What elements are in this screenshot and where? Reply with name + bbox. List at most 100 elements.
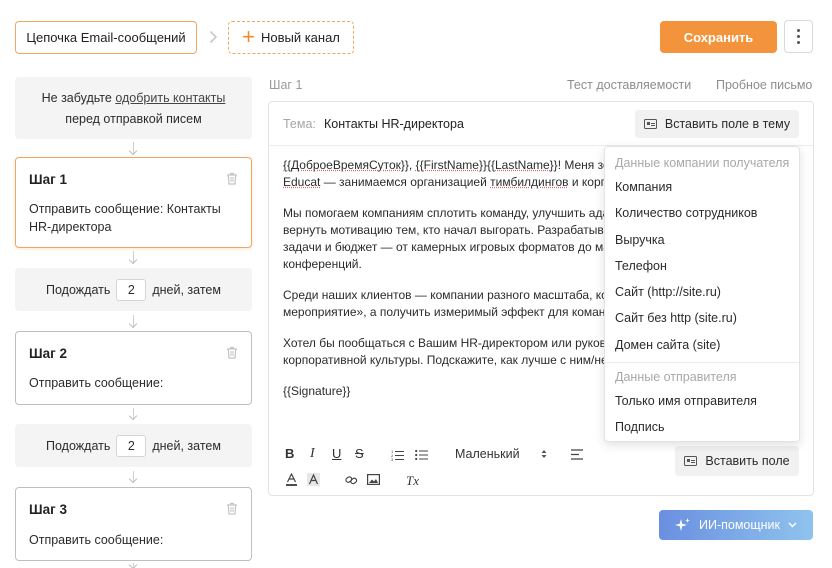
- var-signature: {{Signature}}: [283, 384, 351, 398]
- new-channel-button[interactable]: + Новый канал: [228, 21, 354, 54]
- step-title: Шаг 1: [29, 172, 67, 187]
- ai-assistant-label: ИИ-помощник: [698, 518, 781, 532]
- insert-field-dropdown: Данные компании получателя Компания Коли…: [604, 146, 800, 442]
- trash-icon[interactable]: [226, 502, 238, 515]
- body-text: ! Меня зов: [557, 158, 605, 172]
- chain-tab-label: Цепочка Email-сообщений: [26, 30, 186, 45]
- step-description: Отправить сообщение:: [29, 376, 164, 390]
- plus-icon: +: [242, 23, 255, 49]
- sparkle-icon: [674, 518, 690, 531]
- body-text: мероприятие», а получить измеримый эффек…: [283, 305, 605, 319]
- insert-field-in-subject-button[interactable]: Вставить поле в тему: [635, 110, 799, 138]
- step-connector: [133, 251, 134, 263]
- insert-field-label: Вставить поле: [705, 454, 790, 468]
- strikethrough-button[interactable]: S: [355, 446, 364, 461]
- field-card-icon: [684, 456, 698, 466]
- clear-format-button[interactable]: Tx: [406, 473, 419, 489]
- trash-icon[interactable]: [226, 172, 238, 185]
- subject-input[interactable]: Контакты HR-директора: [324, 117, 464, 131]
- insert-field-button[interactable]: Вставить поле: [675, 446, 799, 476]
- step-connector: [133, 142, 134, 154]
- wait-suffix: дней, затем: [152, 438, 221, 453]
- dots-icon: [797, 29, 800, 32]
- ordered-list-icon[interactable]: 123: [391, 449, 404, 461]
- highlight-color-icon[interactable]: [307, 473, 320, 486]
- bold-button[interactable]: B: [285, 446, 294, 461]
- wait-suffix: дней, затем: [152, 282, 221, 297]
- word-teambuilding: тимбилдингов: [490, 175, 569, 189]
- step-connector: [133, 471, 134, 482]
- var-greeting: {{ДоброеВремяСуток}}: [283, 158, 409, 172]
- step-description: Отправить сообщение: Контакты HR-директо…: [29, 202, 221, 234]
- body-text: вернуть мотивацию тем, кто начал выгорат…: [283, 223, 605, 237]
- dropdown-group-sender: Данные отправителя: [615, 370, 737, 384]
- step-title: Шаг 3: [29, 502, 67, 517]
- subject-label: Тема:: [283, 117, 316, 131]
- dropdown-item-phone[interactable]: Телефон: [615, 259, 667, 273]
- test-deliverability-link[interactable]: Тест доставляемости: [567, 78, 691, 92]
- save-label: Сохранить: [683, 29, 754, 45]
- dropdown-item-company[interactable]: Компания: [615, 180, 672, 194]
- link-icon[interactable]: [345, 474, 358, 486]
- reminder-text: Не забудьте: [41, 91, 116, 105]
- dropdown-group-recipient: Данные компании получателя: [615, 156, 790, 170]
- field-card-icon: [643, 119, 657, 129]
- image-icon[interactable]: [367, 474, 380, 485]
- underline-button[interactable]: U: [332, 446, 341, 461]
- dropdown-divider: [605, 362, 799, 363]
- body-text: Среди наших клиентов — компании разного …: [283, 288, 605, 302]
- approve-contacts-link[interactable]: одобрить контакты: [115, 91, 225, 105]
- var-name: {{FirstName}}{{LastName}}: [415, 158, 558, 172]
- font-size-select[interactable]: Маленький: [455, 447, 520, 461]
- dropdown-item-domain[interactable]: Домен сайта (site): [615, 338, 720, 352]
- current-step-label: Шаг 1: [269, 78, 303, 92]
- dropdown-item-employees[interactable]: Количество сотрудников: [615, 206, 757, 220]
- body-text: — занимаемся организацией: [320, 175, 491, 189]
- dropdown-item-revenue[interactable]: Выручка: [615, 233, 665, 247]
- body-text: и корпо: [571, 175, 605, 189]
- chain-tab-email[interactable]: Цепочка Email-сообщений: [15, 21, 197, 54]
- save-button[interactable]: Сохранить: [660, 21, 777, 53]
- body-text: конференций.: [283, 257, 362, 271]
- step-card-3[interactable]: Шаг 3 Отправить сообщение:: [15, 487, 252, 561]
- body-text: корпоративной культуры. Подскажите, как …: [283, 353, 605, 367]
- step-connector: [133, 563, 134, 568]
- wait-prefix: Подождать: [46, 438, 111, 453]
- body-text: Хотел бы пообщаться с Вашим HR-директоро…: [283, 336, 605, 350]
- italic-button[interactable]: I: [310, 446, 315, 462]
- new-channel-label: Новый канал: [260, 30, 340, 45]
- select-arrows-icon: [541, 450, 547, 458]
- step-description: Отправить сообщение:: [29, 533, 164, 547]
- step-title: Шаг 2: [29, 346, 67, 361]
- wait-delay-2: Подождать 2 дней, затем: [15, 424, 252, 467]
- bullet-list-icon[interactable]: [415, 449, 428, 461]
- dropdown-item-signature[interactable]: Подпись: [615, 420, 664, 434]
- dropdown-item-site[interactable]: Сайт (http://site.ru): [615, 285, 721, 299]
- approve-contacts-reminder: Не забудьте одобрить контакты перед отпр…: [15, 77, 252, 139]
- subject-row: Тема: Контакты HR-директора Вставить пол…: [269, 102, 813, 146]
- chevron-right-icon: [204, 28, 222, 46]
- test-letter-link[interactable]: Пробное письмо: [716, 78, 812, 92]
- dropdown-item-site-no-http[interactable]: Сайт без http (site.ru): [615, 311, 737, 325]
- wait-days-input[interactable]: 2: [116, 434, 147, 457]
- step-card-1[interactable]: Шаг 1 Отправить сообщение: Контакты HR-д…: [15, 157, 252, 248]
- more-options-button[interactable]: [784, 20, 813, 53]
- wait-days-input[interactable]: 2: [116, 278, 147, 301]
- wait-delay-1: Подождать 2 дней, затем: [15, 268, 252, 311]
- wait-prefix: Подождать: [46, 282, 111, 297]
- trash-icon[interactable]: [226, 346, 238, 359]
- ai-assistant-button[interactable]: ИИ-помощник: [659, 510, 813, 540]
- align-icon[interactable]: [571, 449, 583, 460]
- step-connector: [133, 408, 134, 419]
- step-connector: [133, 315, 134, 327]
- chevron-down-icon: [788, 522, 797, 528]
- svg-text:3: 3: [391, 457, 394, 461]
- body-text: задачи и бюджет — от камерных игровых фо…: [283, 240, 605, 254]
- body-text: Мы помогаем компаниям сплотить команду, …: [283, 206, 605, 220]
- body-text: ,: [408, 158, 416, 172]
- text-color-icon[interactable]: [285, 473, 298, 486]
- step-card-2[interactable]: Шаг 2 Отправить сообщение:: [15, 331, 252, 405]
- email-body-textarea[interactable]: {{ДоброеВремяСуток}}, {{FirstName}}{{Las…: [283, 157, 605, 407]
- dropdown-item-sender-name[interactable]: Только имя отправителя: [615, 394, 757, 408]
- insert-topic-label: Вставить поле в тему: [664, 117, 791, 131]
